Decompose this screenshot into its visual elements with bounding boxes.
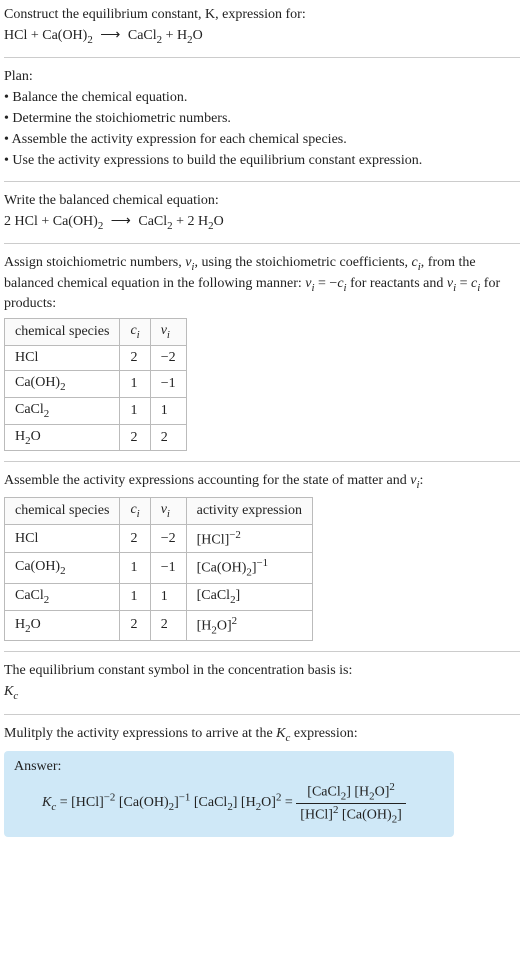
cell-activity: [H2O]2	[186, 610, 312, 640]
construct-text: Construct the equilibrium constant, K, e…	[4, 7, 306, 22]
activity-table: chemical species ci νi activity expressi…	[4, 497, 313, 641]
kc-symbol-intro: The equilibrium constant symbol in the c…	[4, 662, 520, 681]
balanced-equation: 2 HCl + Ca(OH)2 ⟶ CaCl2 + 2 H2O	[4, 213, 520, 234]
divider	[4, 714, 520, 715]
kc-symbol: Kc	[4, 683, 520, 704]
plan-step-4: • Use the activity expressions to build …	[4, 152, 520, 171]
cell-species: Ca(OH)2	[5, 553, 120, 583]
unbalanced-equation: HCl + Ca(OH)2 ⟶ CaCl2 + H2O	[4, 27, 520, 48]
divider	[4, 57, 520, 58]
table-row: Ca(OH)2 1 −1 [Ca(OH)2]−1	[5, 553, 313, 583]
table-row: HCl 2 −2	[5, 346, 187, 371]
stoich-table: chemical species ci νi HCl 2 −2 Ca(OH)2 …	[4, 318, 187, 451]
divider	[4, 181, 520, 182]
cell-nui: 1	[150, 397, 186, 424]
cell-ci: 2	[120, 346, 150, 371]
cell-activity: [CaCl2]	[186, 583, 312, 610]
table-row: H2O 2 2 [H2O]2	[5, 610, 313, 640]
cell-ci: 2	[120, 610, 150, 640]
cell-species: CaCl2	[5, 397, 120, 424]
multiply-pre: Mulitply the activity expressions to arr…	[4, 726, 276, 741]
kc-expression: Kc = [HCl]−2 [Ca(OH)2]−1 [CaCl2] [H2O]2 …	[14, 781, 444, 825]
cell-species: HCl	[5, 524, 120, 553]
col-species: chemical species	[5, 319, 120, 346]
stoich-intro-text: Assign stoichiometric numbers,	[4, 255, 185, 270]
cell-ci: 1	[120, 583, 150, 610]
cell-species: HCl	[5, 346, 120, 371]
cell-nui: 2	[150, 424, 186, 451]
cell-nui: 2	[150, 610, 186, 640]
balanced-intro: Write the balanced chemical equation:	[4, 192, 520, 211]
cell-nui: −1	[150, 371, 186, 398]
col-nui: νi	[150, 319, 186, 346]
cell-nui: −2	[150, 524, 186, 553]
cell-nui: −2	[150, 346, 186, 371]
divider	[4, 651, 520, 652]
col-activity: activity expression	[186, 497, 312, 524]
table-row: Ca(OH)2 1 −1	[5, 371, 187, 398]
plan-title: Plan:	[4, 68, 520, 87]
table-row: CaCl2 1 1	[5, 397, 187, 424]
cell-ci: 2	[120, 424, 150, 451]
table-header-row: chemical species ci νi	[5, 319, 187, 346]
col-ci: ci	[120, 497, 150, 524]
activity-intro: Assemble the activity expressions accoun…	[4, 472, 520, 493]
cell-ci: 1	[120, 371, 150, 398]
multiply-post: expression:	[290, 726, 357, 741]
divider	[4, 243, 520, 244]
cell-ci: 1	[120, 553, 150, 583]
table-row: HCl 2 −2 [HCl]−2	[5, 524, 313, 553]
construct-prompt: Construct the equilibrium constant, K, e…	[4, 6, 520, 25]
col-species: chemical species	[5, 497, 120, 524]
col-ci: ci	[120, 319, 150, 346]
cell-nui: −1	[150, 553, 186, 583]
cell-species: CaCl2	[5, 583, 120, 610]
plan-step-1: • Balance the chemical equation.	[4, 89, 520, 108]
table-row: CaCl2 1 1 [CaCl2]	[5, 583, 313, 610]
kc-fraction: [CaCl2] [H2O]2 [HCl]2 [Ca(OH)2]	[296, 781, 406, 825]
cell-species: H2O	[5, 424, 120, 451]
cell-species: Ca(OH)2	[5, 371, 120, 398]
col-nui: νi	[150, 497, 186, 524]
divider	[4, 461, 520, 462]
plan-step-2: • Determine the stoichiometric numbers.	[4, 110, 520, 129]
cell-ci: 2	[120, 524, 150, 553]
cell-nui: 1	[150, 583, 186, 610]
stoich-intro-text4: for reactants and	[347, 276, 447, 291]
kc-numerator: [CaCl2] [H2O]2	[296, 781, 406, 803]
cell-species: H2O	[5, 610, 120, 640]
kc-denominator: [HCl]2 [Ca(OH)2]	[296, 804, 406, 825]
table-header-row: chemical species ci νi activity expressi…	[5, 497, 313, 524]
table-row: H2O 2 2	[5, 424, 187, 451]
plan-step-3: • Assemble the activity expression for e…	[4, 131, 520, 150]
stoich-intro-text2: , using the stoichiometric coefficients,	[194, 255, 411, 270]
cell-ci: 1	[120, 397, 150, 424]
multiply-intro: Mulitply the activity expressions to arr…	[4, 725, 520, 746]
cell-activity: [HCl]−2	[186, 524, 312, 553]
stoich-intro: Assign stoichiometric numbers, νi, using…	[4, 254, 520, 314]
cell-activity: [Ca(OH)2]−1	[186, 553, 312, 583]
answer-box: Answer: Kc = [HCl]−2 [Ca(OH)2]−1 [CaCl2]…	[4, 751, 454, 837]
answer-label: Answer:	[14, 759, 444, 775]
